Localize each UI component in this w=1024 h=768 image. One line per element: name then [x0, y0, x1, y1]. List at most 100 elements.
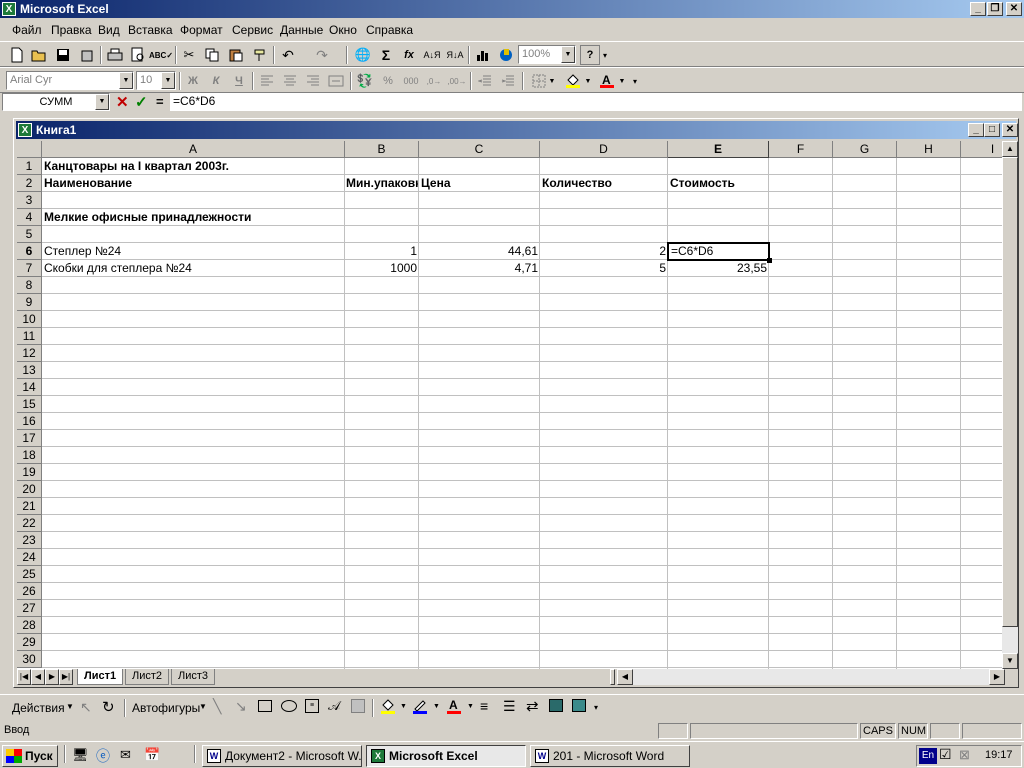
cell-c2[interactable]: Цена	[421, 175, 451, 192]
chevron-down-icon[interactable]: ▼	[547, 71, 557, 91]
cell-e7[interactable]: 23,55	[668, 260, 767, 277]
underline-button[interactable]: Ч	[228, 71, 250, 91]
menu-file[interactable]: Файл	[12, 23, 42, 37]
enter-icon[interactable]: ✓	[135, 93, 148, 111]
browser-icon[interactable]: ⓔ	[96, 746, 110, 766]
column-header-c[interactable]: C	[419, 141, 540, 158]
column-header-b[interactable]: B	[345, 141, 419, 158]
chevron-down-icon[interactable]: ▼	[119, 72, 133, 89]
cell-c6[interactable]: 44,61	[419, 243, 538, 260]
cell-b2[interactable]: Мин.упаковка	[346, 175, 418, 192]
desktop-icon[interactable]: 🖥	[72, 747, 89, 763]
zoom-select[interactable]: 100% ▼	[518, 45, 576, 64]
line-color-icon[interactable]	[412, 698, 428, 719]
select-all-corner[interactable]	[17, 141, 42, 158]
formula-input[interactable]: =C6*D6	[170, 93, 1022, 111]
undo-icon[interactable]: ↶	[277, 45, 299, 65]
horizontal-scrollbar[interactable]	[633, 669, 989, 685]
cell-a7[interactable]: Скобки для степлера №24	[44, 260, 192, 277]
row-header[interactable]: 1	[17, 158, 42, 175]
oval-icon[interactable]	[281, 700, 297, 712]
menu-view[interactable]: Вид	[98, 23, 120, 37]
decrease-decimal-icon[interactable]: ,00→	[446, 71, 468, 91]
clock[interactable]: 19:17	[985, 749, 1013, 761]
bold-button[interactable]: Ж	[182, 71, 204, 91]
row-header[interactable]: 19	[17, 464, 42, 481]
menu-format[interactable]: Формат	[180, 23, 223, 37]
copy-icon[interactable]	[201, 45, 223, 65]
task-word-201[interactable]: W 201 - Microsoft Word	[530, 745, 690, 767]
cancel-icon[interactable]: ✕	[116, 93, 129, 111]
row-header[interactable]: 15	[17, 396, 42, 413]
column-header-e[interactable]: E	[668, 141, 769, 158]
network-tray-icon[interactable]: ⊠	[959, 747, 970, 763]
menu-help[interactable]: Справка	[366, 23, 413, 37]
row-header[interactable]: 21	[17, 498, 42, 515]
column-header-i[interactable]: I	[961, 141, 1002, 158]
italic-button[interactable]: К	[205, 71, 227, 91]
cell-e6-active[interactable]: =C6*D6	[667, 242, 770, 261]
hyperlink-icon[interactable]: 🌐	[352, 45, 374, 65]
scroll-thumb[interactable]	[1002, 157, 1018, 627]
chart-wizard-icon[interactable]	[472, 45, 494, 65]
chevron-down-icon[interactable]: ▼	[561, 46, 575, 63]
permission-icon[interactable]	[76, 45, 98, 65]
actions-menu[interactable]: Действия	[12, 701, 65, 715]
task-excel[interactable]: X Microsoft Excel	[366, 745, 526, 767]
workbook-icon[interactable]: X	[18, 123, 32, 137]
wordart-icon[interactable]: 𝒜	[328, 698, 340, 714]
chevron-down-icon[interactable]: ▼	[583, 71, 593, 91]
minimize-button[interactable]: _	[970, 2, 986, 16]
sheet-tab-1[interactable]: Лист1	[77, 669, 124, 685]
cell-e2[interactable]: Стоимость	[670, 175, 735, 192]
align-right-icon[interactable]	[302, 71, 324, 91]
row-header[interactable]: 30	[17, 651, 42, 668]
row-header[interactable]: 13	[17, 362, 42, 379]
format-painter-icon[interactable]	[249, 45, 271, 65]
paste-icon[interactable]	[225, 45, 247, 65]
cell-c7[interactable]: 4,71	[419, 260, 538, 277]
language-indicator[interactable]: En	[919, 748, 937, 764]
sort-descending-icon[interactable]: Я↓А	[444, 45, 466, 65]
menu-tools[interactable]: Сервис	[232, 23, 273, 37]
font-name-select[interactable]: Arial Cyr ▼	[6, 71, 134, 90]
wb-maximize-button[interactable]: □	[984, 123, 1000, 137]
row-header[interactable]: 25	[17, 566, 42, 583]
cell-b7[interactable]: 1000	[345, 260, 417, 277]
line-style-icon[interactable]: ≡	[480, 698, 488, 714]
restore-button[interactable]: ❐	[987, 2, 1003, 16]
cell-d2[interactable]: Количество	[542, 175, 612, 192]
arrow-icon[interactable]: ↘	[235, 698, 247, 715]
row-header[interactable]: 29	[17, 634, 42, 651]
textbox-icon[interactable]: ≡	[305, 699, 319, 713]
chevron-down-icon[interactable]: ▼	[66, 702, 74, 711]
chevron-down-icon[interactable]: ▼	[400, 703, 407, 710]
row-header[interactable]: 10	[17, 311, 42, 328]
font-size-select[interactable]: 10 ▼	[136, 71, 176, 90]
spreadsheet-grid[interactable]: A B C D E F G H I 1 2 3 4 5 6 7 8 9 10 1…	[17, 141, 1002, 669]
save-icon[interactable]	[52, 45, 74, 65]
toolbar-options-icon[interactable]: ▾	[630, 71, 640, 91]
increase-decimal-icon[interactable]: ,0→	[423, 71, 445, 91]
row-header[interactable]: 5	[17, 226, 42, 243]
cell-a1[interactable]: Канцтовары на I квартал 2003г.	[44, 158, 229, 175]
prev-sheet-icon[interactable]: ◀	[31, 669, 45, 685]
autosum-icon[interactable]: Σ	[375, 45, 397, 65]
help-icon[interactable]: ?	[580, 45, 600, 65]
scroll-up-icon[interactable]: ▲	[1002, 141, 1018, 157]
email-icon[interactable]: ✉	[120, 747, 131, 763]
checkmark-tray-icon[interactable]: ☑	[939, 746, 952, 763]
chevron-down-icon[interactable]: ▼	[199, 702, 207, 711]
insert-function-icon[interactable]: =	[156, 94, 164, 109]
scroll-left-icon[interactable]: ◀	[617, 669, 633, 685]
column-header-h[interactable]: H	[897, 141, 961, 158]
start-button[interactable]: Пуск	[2, 745, 58, 767]
free-rotate-icon[interactable]: ↻	[102, 698, 115, 716]
row-header[interactable]: 8	[17, 277, 42, 294]
row-header[interactable]: 2	[17, 175, 42, 192]
drawing-icon[interactable]	[495, 45, 517, 65]
toolbar-options-icon[interactable]: ▾	[600, 45, 610, 65]
new-icon[interactable]	[6, 45, 28, 65]
font-color-icon[interactable]: A	[596, 71, 618, 91]
row-header[interactable]: 9	[17, 294, 42, 311]
